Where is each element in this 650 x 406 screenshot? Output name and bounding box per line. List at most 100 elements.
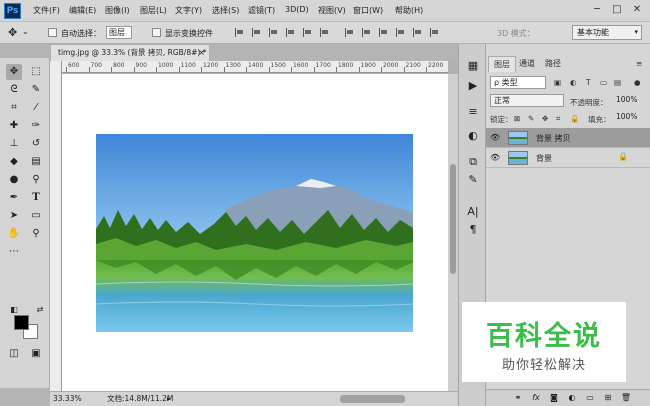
distribute-hcenter-icon[interactable] xyxy=(413,28,422,37)
auto-select-checkbox[interactable] xyxy=(48,28,57,37)
rectangle-tool-icon[interactable]: ▭ xyxy=(28,208,44,224)
link-icon[interactable]: ⚭ xyxy=(512,392,524,404)
filter-pixel-icon[interactable]: ▣ xyxy=(554,78,561,87)
filter-smart-icon[interactable]: ▤ xyxy=(614,78,621,87)
show-transform-checkbox[interactable] xyxy=(152,28,161,37)
history-brush-tool-icon[interactable]: ↺ xyxy=(28,136,44,152)
menu-window[interactable]: 窗口(W) xyxy=(353,5,383,16)
group-icon[interactable]: ▭ xyxy=(584,392,596,404)
canvas[interactable] xyxy=(62,74,448,391)
distribute-right-icon[interactable] xyxy=(430,28,439,37)
vertical-scrollbar[interactable] xyxy=(448,74,458,391)
filter-toggle-icon[interactable]: ● xyxy=(634,78,641,87)
tab-paths[interactable]: 路径 xyxy=(540,56,566,72)
move-tool-icon[interactable]: ✥ xyxy=(6,64,22,80)
align-hcenter-icon[interactable] xyxy=(303,28,312,37)
menu-layer[interactable]: 图层(L) xyxy=(140,5,167,16)
menu-type[interactable]: 文字(Y) xyxy=(175,5,202,16)
brush-tool-icon[interactable]: ✑ xyxy=(28,118,44,134)
lock-position-icon[interactable]: ✥ xyxy=(542,114,548,123)
tab-layers[interactable]: 图层 xyxy=(488,56,516,72)
close-window-button[interactable]: ✕ xyxy=(630,3,644,17)
new-layer-icon[interactable]: ⊞ xyxy=(602,392,614,404)
layer-row-background-copy[interactable]: 👁 背景 拷贝 xyxy=(486,128,650,148)
eye-icon[interactable]: 👁 xyxy=(490,133,500,143)
marquee-tool-icon[interactable]: ⬚ xyxy=(28,64,44,80)
menu-image[interactable]: 图像(I) xyxy=(105,5,130,16)
history-panel-icon[interactable]: ▦ xyxy=(465,58,481,74)
path-select-tool-icon[interactable]: ➤ xyxy=(6,208,22,224)
adjustments-panel-icon[interactable]: ◐ xyxy=(465,128,481,144)
foreground-color-swatch[interactable] xyxy=(14,315,29,330)
align-left-icon[interactable] xyxy=(286,28,295,37)
filter-type-icon[interactable]: T xyxy=(586,78,591,87)
layer-filter-select[interactable]: ρ 类型 xyxy=(490,76,546,89)
mask-icon[interactable]: ◙ xyxy=(548,392,560,404)
align-top-icon[interactable] xyxy=(235,28,244,37)
healing-brush-tool-icon[interactable]: ✚ xyxy=(6,118,22,134)
distribute-vcenter-icon[interactable] xyxy=(362,28,371,37)
minimize-button[interactable]: ─ xyxy=(590,3,604,17)
horizontal-scrollbar-thumb[interactable] xyxy=(340,395,405,403)
lock-artboard-icon[interactable]: ⌗ xyxy=(556,114,560,124)
zoom-tool-icon[interactable]: ⚲ xyxy=(28,226,44,242)
actions-panel-icon[interactable]: ▶ xyxy=(465,78,481,94)
zoom-level[interactable]: 33.33% xyxy=(53,392,82,406)
menu-file[interactable]: 文件(F) xyxy=(33,5,60,16)
distribute-left-icon[interactable] xyxy=(396,28,405,37)
lock-all-icon[interactable]: 🔒 xyxy=(570,114,579,123)
vertical-scrollbar-thumb[interactable] xyxy=(450,164,456,274)
tab-channels[interactable]: 通道 xyxy=(514,56,540,72)
swap-colors-icon[interactable]: ⇄ xyxy=(32,302,48,318)
quick-mask-icon[interactable]: ◫ xyxy=(6,346,22,362)
eraser-tool-icon[interactable]: ◆ xyxy=(6,154,22,170)
clone-stamp-tool-icon[interactable]: ⊥ xyxy=(6,136,22,152)
fill-value[interactable]: 100% xyxy=(614,112,648,124)
align-vcenter-icon[interactable] xyxy=(252,28,261,37)
distribute-top-icon[interactable] xyxy=(345,28,354,37)
lasso-tool-icon[interactable]: ᘓ xyxy=(6,82,22,98)
menu-filter[interactable]: 滤镜(T) xyxy=(248,5,275,16)
lock-transparent-icon[interactable]: ⊠ xyxy=(514,114,520,123)
dodge-tool-icon[interactable]: ⚲ xyxy=(28,172,44,188)
menu-edit[interactable]: 编辑(E) xyxy=(69,5,96,16)
properties-panel-icon[interactable]: ≡ xyxy=(465,104,481,120)
filter-adjust-icon[interactable]: ◐ xyxy=(570,78,577,87)
menu-select[interactable]: 选择(S) xyxy=(212,5,239,16)
menu-3d[interactable]: 3D(D) xyxy=(285,5,309,14)
gradient-tool-icon[interactable]: ▤ xyxy=(28,154,44,170)
align-bottom-icon[interactable] xyxy=(269,28,278,37)
workspace-select[interactable]: 基本功能 ▾ xyxy=(572,25,642,40)
fx-icon[interactable]: fx xyxy=(530,392,542,404)
move-tool-preset-icon[interactable]: ✥ xyxy=(8,26,17,39)
more-tools-icon[interactable]: ⋯ xyxy=(6,244,22,260)
brush-presets-icon[interactable]: ✎ xyxy=(465,172,481,188)
distribute-bottom-icon[interactable] xyxy=(379,28,388,37)
eyedropper-tool-icon[interactable]: ⁄ xyxy=(28,100,44,116)
type-tool-icon[interactable]: T xyxy=(28,190,44,206)
restore-button[interactable]: □ xyxy=(610,3,624,17)
paragraph-panel-icon[interactable]: ¶ xyxy=(465,222,481,238)
auto-select-target-select[interactable]: 图层 xyxy=(106,26,132,39)
filter-shape-icon[interactable]: ▭ xyxy=(600,78,607,87)
clone-source-icon[interactable]: ⧉ xyxy=(465,154,481,170)
panel-menu-icon[interactable]: ≡ xyxy=(636,59,642,68)
layer-row-background[interactable]: 👁 背景 🔒 xyxy=(486,148,650,168)
lock-image-icon[interactable]: ✎ xyxy=(528,114,534,123)
screen-mode-icon[interactable]: ▣ xyxy=(28,346,44,362)
adjustment-icon[interactable]: ◐ xyxy=(566,392,578,404)
close-icon[interactable]: × xyxy=(198,45,205,61)
align-right-icon[interactable] xyxy=(320,28,329,37)
character-panel-icon[interactable]: A| xyxy=(465,204,481,220)
chevron-down-icon[interactable]: ⌄ xyxy=(22,27,29,36)
document-tab[interactable]: timg.jpg @ 33.3% (背景 拷贝, RGB/8#) * × xyxy=(50,44,210,61)
menu-view[interactable]: 视图(V) xyxy=(318,5,346,16)
trash-icon[interactable]: 🗑 xyxy=(620,392,632,404)
eye-icon[interactable]: 👁 xyxy=(490,153,500,163)
menu-help[interactable]: 帮助(H) xyxy=(395,5,423,16)
blur-tool-icon[interactable]: ● xyxy=(6,172,22,188)
opacity-value[interactable]: 100% xyxy=(614,95,648,107)
hand-tool-icon[interactable]: ✋ xyxy=(6,226,22,242)
blend-mode-select[interactable]: 正常 xyxy=(490,94,564,107)
crop-tool-icon[interactable]: ⌗ xyxy=(6,100,22,116)
